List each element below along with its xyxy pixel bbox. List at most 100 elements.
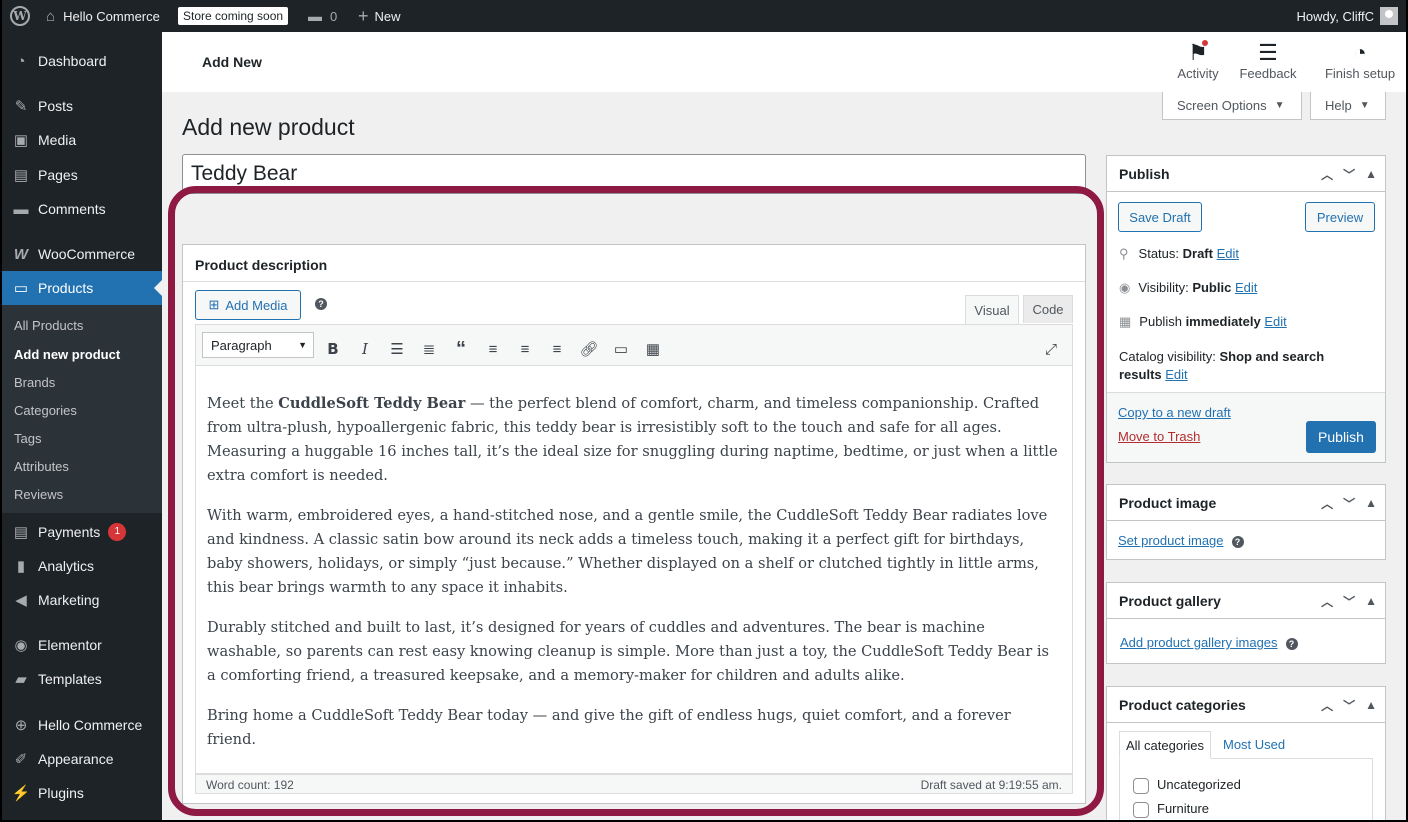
- numbered-list-button[interactable]: ≣: [417, 337, 441, 361]
- align-right-button[interactable]: ≡: [545, 337, 569, 361]
- sidebar-item-appearance[interactable]: ✐ Appearance: [2, 742, 162, 776]
- store-badge[interactable]: Store coming soon: [178, 0, 289, 32]
- finish-setup-button[interactable]: ◔ Finish setup: [1320, 40, 1400, 81]
- bullet-list-button[interactable]: ☰: [385, 337, 409, 361]
- help-icon[interactable]: ?: [1285, 637, 1298, 650]
- help-button[interactable]: Help ▼: [1310, 92, 1386, 120]
- plus-icon: +: [358, 5, 369, 26]
- sidebar-item-pages[interactable]: ▤ Pages: [2, 158, 162, 192]
- toggle-panel-icon[interactable]: ▲: [1365, 496, 1377, 510]
- comments-count: 0: [330, 8, 338, 24]
- feedback-icon: ☰: [1258, 40, 1278, 65]
- tab-code[interactable]: Code: [1023, 295, 1073, 323]
- user-account-menu[interactable]: Howdy, CliffC: [1296, 0, 1398, 32]
- toggle-panel-icon[interactable]: ▲: [1365, 167, 1377, 181]
- product-title-input[interactable]: Teddy Bear: [182, 154, 1086, 194]
- publish-heading: Publish ︿ ﹀ ▲: [1107, 156, 1385, 192]
- sidebar-item-plugins[interactable]: ⚡ Plugins: [2, 776, 162, 810]
- product-gallery-box: Product gallery ︿ ﹀ ▲ Add product gallery …: [1106, 582, 1386, 664]
- move-up-icon[interactable]: ︿: [1321, 166, 1333, 183]
- submenu-all-products[interactable]: All Products: [14, 318, 83, 333]
- tab-visual[interactable]: Visual: [965, 295, 1019, 325]
- submenu-categories[interactable]: Categories: [14, 403, 77, 418]
- comment-icon: ▬: [13, 200, 29, 218]
- move-down-icon[interactable]: ﹀: [1343, 697, 1355, 714]
- edit-date-link[interactable]: Edit: [1264, 314, 1286, 329]
- help-icon[interactable]: ?: [315, 298, 327, 310]
- sidebar-item-posts[interactable]: ✎ Posts: [2, 89, 162, 123]
- comments-link[interactable]: ▬ 0: [308, 0, 337, 32]
- submenu-tags[interactable]: Tags: [14, 431, 41, 446]
- publish-button[interactable]: Publish: [1306, 421, 1376, 453]
- category-item[interactable]: Uncategorized: [1133, 777, 1241, 794]
- caret-down-icon: ▼: [298, 340, 307, 350]
- tab-all-categories[interactable]: All categories: [1119, 731, 1212, 759]
- activity-button[interactable]: ⚑ Activity: [1168, 40, 1228, 81]
- blockquote-button[interactable]: “: [449, 337, 473, 361]
- toggle-panel-icon[interactable]: ▲: [1365, 698, 1377, 712]
- preview-button[interactable]: Preview: [1305, 202, 1375, 232]
- copy-to-draft-link[interactable]: Copy to a new draft: [1118, 405, 1231, 420]
- product-image-heading: Product image ︿ ﹀ ▲: [1107, 485, 1385, 521]
- sidebar-item-label: Payments: [38, 524, 101, 540]
- site-name-link[interactable]: ⌂ Hello Commerce: [46, 0, 160, 32]
- edit-catalog-link[interactable]: Edit: [1165, 367, 1187, 382]
- add-gallery-images-link[interactable]: Add product gallery images: [1120, 635, 1278, 650]
- format-select[interactable]: Paragraph ▼: [202, 332, 314, 358]
- move-up-icon[interactable]: ︿: [1321, 593, 1333, 610]
- sidebar-item-payments[interactable]: ▤ Payments 1: [2, 515, 162, 549]
- submenu-attributes[interactable]: Attributes: [14, 459, 69, 474]
- catalog-visibility-row: Catalog visibility: Shop and search resul…: [1119, 349, 1325, 382]
- description-content[interactable]: Meet the CuddleSoft Teddy Bear — the per…: [195, 366, 1073, 774]
- sidebar-item-analytics[interactable]: ▮ Analytics: [2, 549, 162, 583]
- description-heading: Product description: [195, 257, 328, 273]
- elementor-icon: ◉: [14, 637, 28, 654]
- save-draft-button[interactable]: Save Draft: [1118, 202, 1202, 232]
- read-more-button[interactable]: ▭: [609, 337, 633, 361]
- feedback-button[interactable]: ☰ Feedback: [1238, 40, 1298, 81]
- move-up-icon[interactable]: ︿: [1321, 495, 1333, 512]
- align-center-button[interactable]: ≡: [513, 337, 537, 361]
- bold-button[interactable]: B: [321, 337, 345, 361]
- screen-options-button[interactable]: Screen Options ▼: [1162, 92, 1302, 120]
- sidebar-item-woocommerce[interactable]: W WooCommerce: [2, 237, 162, 271]
- move-to-trash-link[interactable]: Move to Trash: [1118, 429, 1200, 444]
- move-down-icon[interactable]: ﹀: [1343, 593, 1355, 610]
- sidebar-item-elementor[interactable]: ◉ Elementor: [2, 628, 162, 662]
- category-item[interactable]: Furniture: [1133, 801, 1209, 818]
- sidebar-item-label: Posts: [38, 98, 74, 114]
- edit-visibility-link[interactable]: Edit: [1235, 280, 1257, 295]
- align-left-button[interactable]: ≡: [481, 337, 505, 361]
- sidebar-item-hello-commerce[interactable]: ⊕ Hello Commerce: [2, 708, 162, 742]
- fullscreen-button[interactable]: ⤢: [1039, 337, 1063, 361]
- help-icon[interactable]: ?: [1231, 535, 1244, 548]
- submenu-add-new-product[interactable]: Add new product: [14, 347, 120, 362]
- italic-button[interactable]: I: [353, 337, 377, 361]
- add-media-button[interactable]: ⊞ Add Media: [195, 290, 301, 320]
- sidebar-item-comments[interactable]: ▬ Comments: [2, 192, 162, 226]
- toolbar-toggle-button[interactable]: ▦: [641, 337, 665, 361]
- category-checkbox[interactable]: [1133, 777, 1149, 794]
- move-up-icon[interactable]: ︿: [1321, 697, 1333, 714]
- folder-icon: ▰: [15, 671, 27, 688]
- sidebar-item-products[interactable]: ▭ Products: [2, 271, 162, 305]
- move-down-icon[interactable]: ﹀: [1343, 166, 1355, 183]
- pages-icon: ▤: [13, 167, 29, 184]
- toggle-panel-icon[interactable]: ▲: [1365, 594, 1377, 608]
- move-down-icon[interactable]: ﹀: [1343, 495, 1355, 512]
- wordpress-logo-button[interactable]: W: [10, 0, 30, 32]
- new-content-link[interactable]: + New: [358, 0, 401, 32]
- category-checkbox[interactable]: [1133, 801, 1149, 818]
- edit-status-link[interactable]: Edit: [1217, 246, 1239, 261]
- submenu-reviews[interactable]: Reviews: [14, 487, 63, 502]
- set-product-image-link[interactable]: Set product image: [1118, 533, 1224, 548]
- status-row: ⚲ Status: Draft Edit: [1119, 246, 1239, 261]
- brush-icon: ✐: [14, 751, 28, 768]
- tab-most-used[interactable]: Most Used: [1223, 737, 1285, 752]
- submenu-brands[interactable]: Brands: [14, 375, 55, 390]
- sidebar-item-media[interactable]: ▣ Media: [2, 123, 162, 157]
- link-button[interactable]: 🔗︎: [577, 337, 601, 361]
- sidebar-item-dashboard[interactable]: ◔ Dashboard: [2, 44, 162, 78]
- sidebar-item-marketing[interactable]: ◀ Marketing: [2, 583, 162, 617]
- sidebar-item-templates[interactable]: ▰ Templates: [2, 662, 162, 696]
